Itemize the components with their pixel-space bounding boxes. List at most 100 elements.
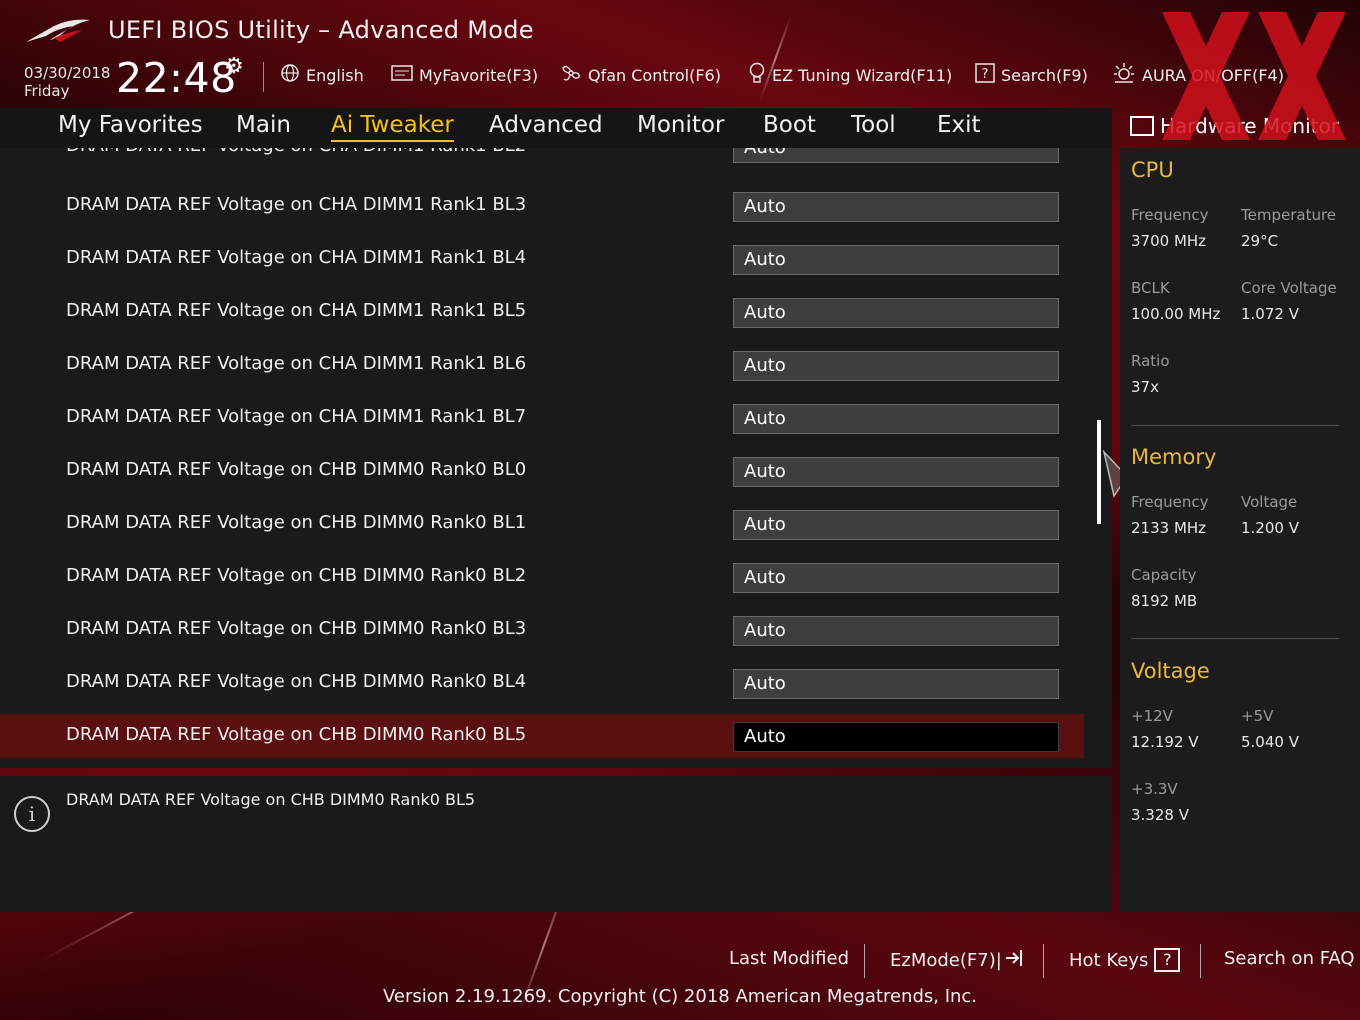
memory-voltage-label: Voltage xyxy=(1241,493,1298,511)
tab-ai-tweaker[interactable]: Ai Tweaker xyxy=(331,112,454,142)
setting-label: DRAM DATA REF Voltage on CHA DIMM1 Rank1… xyxy=(66,406,527,427)
help-key-icon: ? xyxy=(1154,948,1181,972)
ezmode-label: EzMode(F7)| xyxy=(890,950,1002,971)
setting-value-field[interactable]: Auto xyxy=(733,192,1059,222)
language-label: English xyxy=(306,65,364,85)
clock-settings-gear-icon[interactable]: ⚙ xyxy=(224,54,244,79)
favorites-icon xyxy=(391,64,413,87)
tab-tool[interactable]: Tool xyxy=(851,112,896,138)
tab-monitor[interactable]: Monitor xyxy=(637,112,724,138)
memory-frequency-label: Frequency xyxy=(1131,493,1209,511)
setting-row[interactable]: DRAM DATA REF Voltage on CHA DIMM1 Rank1… xyxy=(0,290,1084,334)
setting-row[interactable]: DRAM DATA REF Voltage on CHA DIMM1 Rank1… xyxy=(0,148,1084,169)
v33-label: +3.3V xyxy=(1131,780,1178,798)
search-button[interactable]: ? Search(F9) xyxy=(975,60,1088,90)
section-divider xyxy=(1131,638,1339,639)
v12-value: 12.192 V xyxy=(1131,733,1199,751)
setting-row[interactable]: DRAM DATA REF Voltage on CHB DIMM0 Rank0… xyxy=(0,608,1084,652)
search-label: Search(F9) xyxy=(1001,65,1088,85)
setting-row[interactable]: DRAM DATA REF Voltage on CHB DIMM0 Rank0… xyxy=(0,502,1084,546)
hardware-monitor-panel: CPU Frequency Temperature 3700 MHz 29°C … xyxy=(1120,148,1360,912)
watermark-logo xyxy=(1162,12,1346,140)
divider xyxy=(864,944,865,978)
cpu-temperature-label: Temperature xyxy=(1241,206,1337,224)
setting-value-field[interactable]: Auto xyxy=(733,457,1059,487)
language-button[interactable]: English xyxy=(280,60,364,90)
v5-value: 5.040 V xyxy=(1241,733,1299,751)
memory-voltage-value: 1.200 V xyxy=(1241,519,1299,537)
tab-boot[interactable]: Boot xyxy=(763,112,816,138)
divider xyxy=(1043,944,1044,978)
section-divider xyxy=(1131,425,1339,426)
cpu-frequency-label: Frequency xyxy=(1131,206,1209,224)
bclk-label: BCLK xyxy=(1131,279,1170,297)
setting-value-field[interactable]: Auto xyxy=(733,616,1059,646)
aura-icon xyxy=(1112,62,1136,89)
v12-label: +12V xyxy=(1131,707,1173,725)
last-modified-button[interactable]: Last Modified xyxy=(729,948,849,969)
setting-value-field[interactable]: Auto xyxy=(733,404,1059,434)
setting-label: DRAM DATA REF Voltage on CHA DIMM1 Rank1… xyxy=(66,247,527,268)
setting-label: DRAM DATA REF Voltage on CHA DIMM1 Rank1… xyxy=(66,194,527,215)
memory-section-title: Memory xyxy=(1131,445,1217,469)
setting-value-field[interactable]: Auto xyxy=(733,510,1059,540)
copyright-bar: Version 2.19.1269. Copyright (C) 2018 Am… xyxy=(0,986,1360,1007)
divider xyxy=(1200,944,1201,978)
app-title: UEFI BIOS Utility – Advanced Mode xyxy=(108,16,534,44)
setting-value-field[interactable]: Auto xyxy=(733,351,1059,381)
setting-value-field[interactable]: Auto xyxy=(733,245,1059,275)
qfan-control-button[interactable]: Qfan Control(F6) xyxy=(560,60,721,90)
header: UEFI BIOS Utility – Advanced Mode 03/30/… xyxy=(0,0,1360,108)
setting-row-selected[interactable]: DRAM DATA REF Voltage on CHB DIMM0 Rank0… xyxy=(0,714,1084,758)
capacity-label: Capacity xyxy=(1131,566,1197,584)
qfan-label: Qfan Control(F6) xyxy=(588,65,721,85)
setting-row[interactable]: DRAM DATA REF Voltage on CHB DIMM0 Rank0… xyxy=(0,449,1084,493)
divider xyxy=(263,62,264,92)
tab-exit[interactable]: Exit xyxy=(937,112,981,138)
ez-tuning-label: EZ Tuning Wizard(F11) xyxy=(772,65,953,85)
rog-logo xyxy=(26,19,90,42)
setting-label: DRAM DATA REF Voltage on CHB DIMM0 Rank0… xyxy=(66,565,527,586)
hot-keys-button[interactable]: Hot Keys ? xyxy=(1069,948,1181,972)
clock[interactable]: 22:48 xyxy=(116,54,237,102)
setting-label: DRAM DATA REF Voltage on CHB DIMM0 Rank0… xyxy=(66,724,527,745)
setting-row[interactable]: DRAM DATA REF Voltage on CHA DIMM1 Rank1… xyxy=(0,237,1084,281)
core-voltage-value: 1.072 V xyxy=(1241,305,1299,323)
ezmode-button[interactable]: EzMode(F7)| xyxy=(890,948,1024,973)
bclk-value: 100.00 MHz xyxy=(1131,305,1221,323)
myfavorite-button[interactable]: MyFavorite(F3) xyxy=(391,60,538,90)
setting-value-field[interactable]: Auto xyxy=(733,722,1059,752)
setting-label: DRAM DATA REF Voltage on CHA DIMM1 Rank1… xyxy=(66,300,527,321)
help-text: DRAM DATA REF Voltage on CHB DIMM0 Rank0… xyxy=(66,790,476,809)
setting-row[interactable]: DRAM DATA REF Voltage on CHA DIMM1 Rank1… xyxy=(0,184,1084,228)
setting-row[interactable]: DRAM DATA REF Voltage on CHA DIMM1 Rank1… xyxy=(0,396,1084,440)
v33-value: 3.328 V xyxy=(1131,806,1189,824)
setting-label: DRAM DATA REF Voltage on CHB DIMM0 Rank0… xyxy=(66,618,527,639)
copyright-text: Version 2.19.1269. Copyright (C) 2018 Am… xyxy=(382,986,978,1007)
ratio-value: 37x xyxy=(1131,378,1159,396)
ez-tuning-wizard-button[interactable]: EZ Tuning Wizard(F11) xyxy=(748,60,952,90)
fan-icon xyxy=(560,62,582,89)
setting-label: DRAM DATA REF Voltage on CHB DIMM0 Rank0… xyxy=(66,512,527,533)
myfavorite-label: MyFavorite(F3) xyxy=(419,65,539,85)
setting-value-field[interactable]: Auto xyxy=(733,148,1059,163)
setting-row[interactable]: DRAM DATA REF Voltage on CHB DIMM0 Rank0… xyxy=(0,555,1084,599)
search-faq-button[interactable]: Search on FAQ xyxy=(1224,948,1355,969)
setting-label: DRAM DATA REF Voltage on CHB DIMM0 Rank0… xyxy=(66,459,527,480)
svg-text:?: ? xyxy=(982,67,989,82)
tab-advanced[interactable]: Advanced xyxy=(489,112,603,138)
tab-my-favorites[interactable]: My Favorites xyxy=(58,112,203,138)
lightbulb-icon xyxy=(748,62,766,89)
cpu-frequency-value: 3700 MHz xyxy=(1131,232,1207,250)
setting-row[interactable]: DRAM DATA REF Voltage on CHB DIMM0 Rank0… xyxy=(0,661,1084,705)
hot-keys-label: Hot Keys xyxy=(1069,949,1149,971)
day-text: Friday xyxy=(24,82,70,100)
setting-row[interactable]: DRAM DATA REF Voltage on CHA DIMM1 Rank1… xyxy=(0,343,1084,387)
date-text: 03/30/2018 xyxy=(24,64,111,82)
tab-main[interactable]: Main xyxy=(236,112,291,138)
setting-value-field[interactable]: Auto xyxy=(733,563,1059,593)
setting-value-field[interactable]: Auto xyxy=(733,669,1059,699)
memory-frequency-value: 2133 MHz xyxy=(1131,519,1207,537)
setting-value-field[interactable]: Auto xyxy=(733,298,1059,328)
setting-label: DRAM DATA REF Voltage on CHA DIMM1 Rank1… xyxy=(66,353,527,374)
